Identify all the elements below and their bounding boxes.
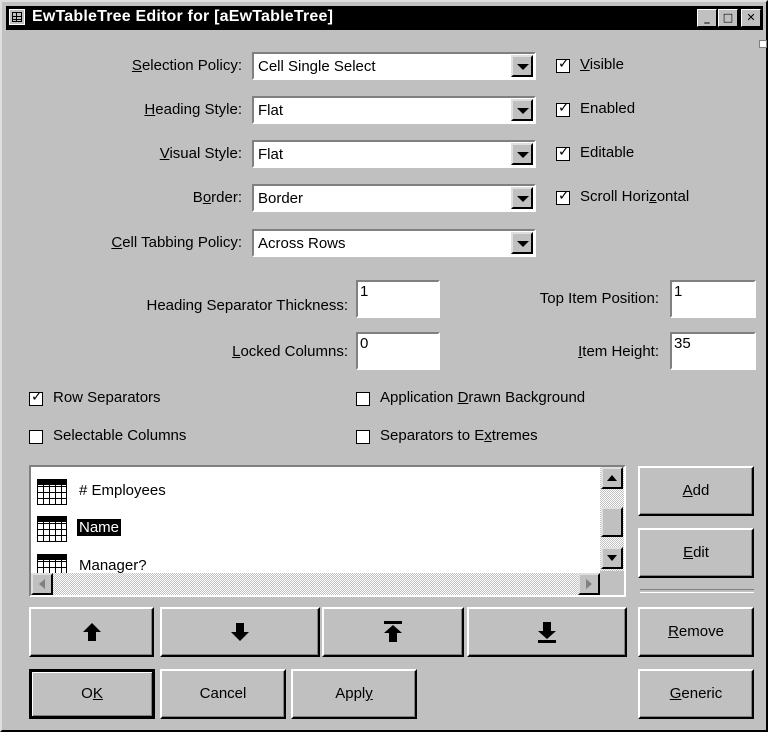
table-app-icon[interactable]	[9, 9, 25, 25]
heading-separator-thickness-field[interactable]	[356, 280, 442, 318]
arrow-up-icon	[607, 475, 617, 481]
checkbox-box[interactable]	[356, 392, 370, 406]
arrow-down-icon	[607, 555, 617, 561]
item-height-label: Item Height:	[578, 343, 659, 360]
chevron-down-icon[interactable]	[511, 187, 533, 209]
locked-columns-input[interactable]	[358, 335, 442, 352]
locked-columns-label: Locked Columns:	[232, 343, 348, 360]
selection-policy-select[interactable]: Cell Single Select	[252, 52, 536, 80]
top-item-position-field[interactable]	[670, 280, 758, 318]
move-down-button[interactable]	[160, 607, 320, 657]
cell-tabbing-policy-select[interactable]: Across Rows	[252, 229, 536, 257]
scroll-down-button[interactable]	[601, 547, 623, 569]
move-to-top-button[interactable]	[322, 607, 464, 657]
scroll-right-button[interactable]	[578, 573, 600, 595]
heading-separator-thickness-label: Heading Separator Thickness:	[146, 297, 348, 314]
arrow-down-icon	[231, 623, 249, 641]
chevron-down-icon[interactable]	[511, 55, 533, 77]
heading-style-select[interactable]: Flat	[252, 96, 536, 124]
top-item-position-label: Top Item Position:	[539, 290, 659, 307]
scroll-left-button[interactable]	[31, 573, 53, 595]
columns-list[interactable]: # Employees Name Manager?	[29, 465, 626, 597]
move-to-bottom-button[interactable]	[467, 607, 627, 657]
scroll-up-button[interactable]	[601, 467, 623, 489]
separator-line	[640, 589, 754, 593]
checkbox-box[interactable]	[29, 430, 43, 444]
resize-grip[interactable]	[759, 40, 767, 48]
move-up-button[interactable]	[29, 607, 154, 657]
checkbox-box[interactable]: ✓	[556, 100, 570, 117]
checkbox-box[interactable]	[356, 430, 370, 444]
minimize-button[interactable]: _	[697, 9, 717, 27]
heading-separator-thickness-input[interactable]	[358, 283, 442, 300]
heading-style-label: Heading Style:	[144, 101, 242, 118]
checkbox-box[interactable]: ✓	[556, 144, 570, 161]
cell-tabbing-policy-label: Cell Tabbing Policy:	[111, 234, 242, 251]
table-grid-icon	[37, 516, 67, 542]
arrow-right-icon	[586, 579, 592, 589]
arrow-left-icon	[39, 579, 45, 589]
apply-button[interactable]: Apply	[291, 669, 417, 719]
border-label: Border:	[192, 189, 242, 206]
border-select[interactable]: Border	[252, 184, 536, 212]
item-height-field[interactable]	[670, 332, 758, 370]
arrow-to-bottom-icon	[538, 622, 556, 643]
arrow-to-top-icon	[384, 621, 402, 642]
horizontal-scrollbar[interactable]	[31, 573, 600, 595]
visual-style-select[interactable]: Flat	[252, 140, 536, 168]
generic-button[interactable]: Generic	[638, 669, 754, 719]
remove-button[interactable]: Remove	[638, 607, 754, 657]
maximize-button[interactable]: □	[718, 9, 738, 27]
vertical-scrollbar[interactable]	[600, 467, 624, 571]
visual-style-label: Visual Style:	[159, 145, 242, 162]
ok-button[interactable]: OK	[29, 669, 155, 719]
item-height-input[interactable]	[672, 335, 758, 352]
add-button[interactable]: Add	[638, 466, 754, 516]
scroll-thumb[interactable]	[601, 507, 623, 537]
checkbox-box[interactable]: ✓	[556, 56, 570, 73]
checkbox-box[interactable]: ✓	[29, 389, 43, 406]
selection-policy-label: Selection Policy:	[131, 57, 242, 74]
window-title: EwTableTree Editor for [aEwTableTree]	[32, 8, 334, 25]
title-bar[interactable]: EwTableTree Editor for [aEwTableTree] _ …	[6, 6, 763, 30]
locked-columns-field[interactable]	[356, 332, 442, 370]
arrow-up-icon	[82, 623, 101, 641]
table-grid-icon	[37, 479, 67, 505]
top-item-position-input[interactable]	[672, 283, 758, 300]
checkbox-box[interactable]: ✓	[556, 188, 570, 205]
cancel-button[interactable]: Cancel	[160, 669, 286, 719]
close-button[interactable]: ✕	[741, 9, 761, 27]
chevron-down-icon[interactable]	[511, 99, 533, 121]
chevron-down-icon[interactable]	[511, 143, 533, 165]
edit-button[interactable]: Edit	[638, 528, 754, 578]
chevron-down-icon[interactable]	[511, 232, 533, 254]
